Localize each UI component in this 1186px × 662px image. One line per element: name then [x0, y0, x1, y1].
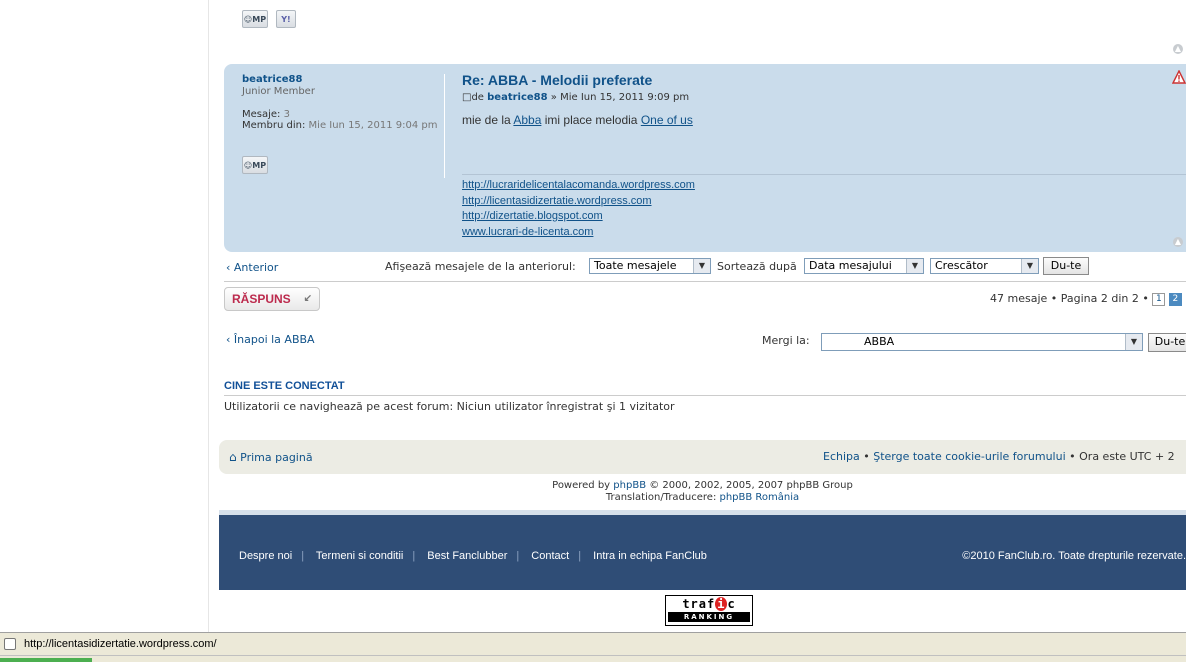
post-username[interactable]: beatrice88 [242, 74, 444, 85]
page-2-current: 2 [1168, 292, 1182, 306]
signature-link[interactable]: www.lucrari-de-licenta.com [462, 225, 1186, 241]
post-date: » Mie Iun 15, 2011 9:09 pm [550, 92, 690, 103]
footer-right: Echipa • Şterge toate cookie-urile forum… [823, 450, 1175, 463]
site-footer-links: Despre noi | Termeni si conditii | Best Fa… [239, 550, 707, 562]
online-text: Utilizatorii ce navighează pe acest foru… [224, 400, 675, 413]
team-link[interactable]: Echipa [823, 450, 860, 463]
status-url: http://licentasidizertatie.wordpress.com… [24, 638, 217, 650]
back-to-top-icon[interactable]: ▲ [1173, 237, 1183, 247]
browser-status-bar: http://licentasidizertatie.wordpress.com… [0, 632, 1186, 662]
topic-nav-row: ‹ Anterior Afişează mesajele de la anter… [224, 256, 1186, 278]
post-body: Re: ABBA - Melodii preferate □de beatric… [462, 72, 1182, 127]
user-joined: Membru din: Mie Iun 15, 2011 9:04 pm [242, 120, 444, 131]
pagination-summary: 47 mesaje • Pagina 2 din 2 • [990, 292, 1149, 305]
yim-button[interactable]: Y! [276, 10, 296, 28]
joined-value: Mie Iun 15, 2011 9:04 pm [308, 120, 438, 131]
badge-dot: i [715, 597, 728, 611]
chevron-left-icon: ‹ [226, 333, 231, 346]
divider [224, 281, 1186, 282]
back-to-forum-link[interactable]: ‹ Înapoi la ABBA [226, 333, 315, 346]
online-title: CINE ESTE CONECTAT [224, 380, 345, 392]
badge-title: traf i c [682, 597, 736, 611]
report-icon[interactable] [1172, 70, 1186, 84]
post-title[interactable]: Re: ABBA - Melodii preferate [462, 72, 1182, 88]
phpbb-link[interactable]: phpBB [613, 480, 646, 491]
pm-icon: ☺ [243, 14, 253, 24]
sort-go-button[interactable]: Du-te [1043, 257, 1089, 275]
order-select[interactable]: Crescător ▼ [930, 258, 1039, 274]
posts-value[interactable]: 3 [284, 109, 290, 120]
trafic-ranking-badge[interactable]: traf i c RANKING [665, 595, 753, 626]
status-divider [0, 655, 1186, 656]
jump-select[interactable]: ABBA ▼ [821, 333, 1143, 351]
display-select[interactable]: Toate mesajele ▼ [589, 258, 711, 274]
timezone: Ora este UTC + 2 [1079, 450, 1175, 463]
previous-link[interactable]: ‹ Anterior [226, 261, 278, 274]
divider [224, 395, 1186, 396]
site-footer: Despre noi | Termeni si conditii | Best Fa… [219, 510, 1186, 590]
jump-label: Mergi la: [762, 334, 810, 347]
by-prefix: de [471, 92, 484, 103]
powered-by: Powered by phpBB © 2000, 2002, 2005, 200… [552, 480, 853, 503]
content-link-abba[interactable]: Abba [513, 113, 541, 127]
footer-link-terms[interactable]: Termeni si conditii [316, 550, 403, 562]
phpbb-romania-link[interactable]: phpBB România [720, 492, 800, 503]
posts-label: Mesaje: [242, 109, 281, 120]
left-pane [0, 0, 209, 632]
footer-link-join-team[interactable]: Intra in echipa FanClub [593, 550, 707, 562]
post-profile: beatrice88 Junior Member Mesaje: 3 Membr… [242, 74, 445, 178]
chevron-down-icon: ▼ [1125, 334, 1142, 350]
home-icon: ⌂ [229, 450, 237, 464]
signature-link[interactable]: http://lucraridelicentalacomanda.wordpre… [462, 178, 1186, 194]
forum-footer-bar: ⌂ Prima pagină Echipa • Şterge toate coo… [219, 440, 1186, 474]
jump-go-button[interactable]: Du-te [1148, 333, 1186, 352]
footer-link-about[interactable]: Despre noi [239, 550, 292, 562]
chevron-down-icon: ▼ [693, 259, 710, 273]
chevron-down-icon: ▼ [906, 259, 923, 273]
progress-bar [0, 658, 92, 662]
sort-label: Sortează după [717, 260, 797, 273]
user-posts: Mesaje: 3 [242, 109, 444, 120]
copyright: ©2010 FanClub.ro. Toate drepturile rezer… [962, 550, 1186, 562]
user-rank: Junior Member [242, 86, 315, 97]
post-content: mie de la Abba imi place melodia One of … [462, 113, 693, 127]
page-icon [4, 638, 16, 650]
pagination: 47 mesaje • Pagina 2 din 2 • 1 2 [990, 292, 1182, 306]
pm-button[interactable]: ☺ MP [242, 156, 268, 174]
back-to-top-icon[interactable]: ▲ [1173, 44, 1183, 54]
chevron-down-icon: ▼ [1021, 259, 1038, 273]
footer-link-best-fanclubber[interactable]: Best Fanclubber [427, 550, 507, 562]
pm-icon: ☺ [243, 160, 253, 170]
post: beatrice88 Junior Member Mesaje: 3 Membr… [224, 64, 1186, 252]
delete-cookies-link[interactable]: Şterge toate cookie-urile forumului [873, 450, 1065, 463]
pm-button-prev[interactable]: ☺ MP [242, 10, 268, 28]
badge-subtitle: RANKING [668, 612, 750, 622]
yahoo-icon: Y! [281, 14, 291, 24]
chevron-left-icon: ‹ [226, 261, 231, 274]
post-author[interactable]: beatrice88 [487, 92, 547, 103]
signature-link[interactable]: http://licentasidizertatie.wordpress.com [462, 194, 1186, 210]
sort-select[interactable]: Data mesajului ▼ [804, 258, 924, 274]
content-link-song[interactable]: One of us [641, 113, 693, 127]
footer-link-contact[interactable]: Contact [531, 550, 569, 562]
page-1-link[interactable]: 1 [1152, 292, 1166, 306]
reply-button[interactable]: RĂSPUNS ↙ [224, 287, 320, 311]
signature-link[interactable]: http://dizertatie.blogspot.com [462, 209, 1186, 225]
signature: http://lucraridelicentalacomanda.wordpre… [462, 174, 1186, 240]
joined-label: Membru din: [242, 120, 306, 131]
display-label: Afişează mesajele de la anteriorul: [385, 260, 576, 273]
home-link[interactable]: ⌂ Prima pagină [229, 450, 313, 464]
post-author-line: □de beatrice88 » Mie Iun 15, 2011 9:09 p… [462, 92, 1182, 103]
reply-arrow-icon: ↙ [303, 293, 312, 304]
